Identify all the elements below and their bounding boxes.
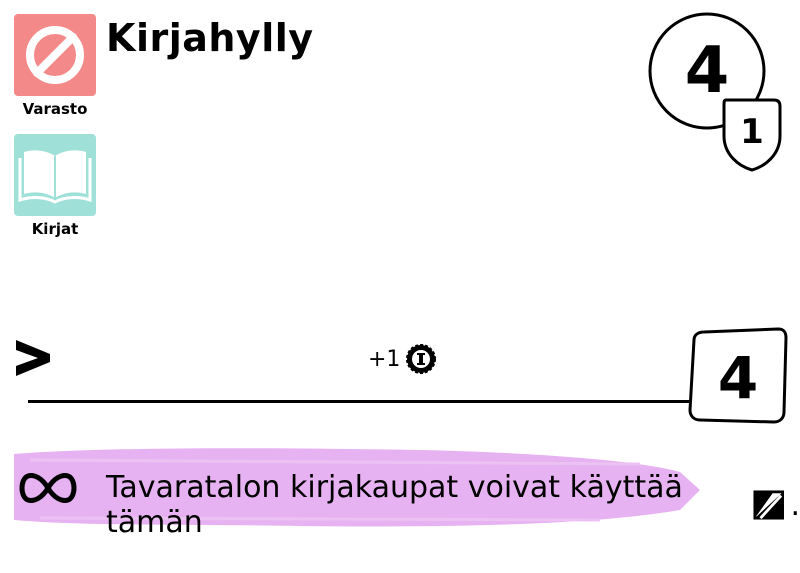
no-entry-icon [26, 26, 84, 84]
tag-books: Kirjat [14, 134, 96, 238]
open-book-icon [18, 150, 92, 204]
tag-books-label: Kirjat [31, 220, 79, 238]
cost-sub-value: 1 [740, 112, 764, 152]
card-title: Kirjahylly [106, 16, 314, 60]
ability-text: Tavaratalon kirjakaupat voivat käyttää t… [106, 470, 800, 540]
tag-books-tile [14, 134, 96, 216]
effect: +1 [368, 344, 437, 374]
effect-text: +1 [368, 346, 401, 372]
tag-storage-label: Varasto [22, 100, 88, 118]
infinity-icon [19, 473, 77, 503]
chevron-right-icon [16, 340, 50, 376]
tag-storage-tile [14, 14, 96, 96]
divider-line [28, 400, 708, 403]
tag-storage: Varasto [14, 14, 96, 118]
ability-suffix: . [790, 487, 800, 523]
cost-badge: 4 1 [648, 12, 784, 172]
points-value: 4 [717, 344, 759, 412]
half-filled-square-icon [753, 490, 784, 520]
points-box: 4 [686, 326, 790, 426]
ability-description: Tavaratalon kirjakaupat voivat käyttää t… [106, 470, 683, 540]
coin-icon [406, 344, 437, 374]
